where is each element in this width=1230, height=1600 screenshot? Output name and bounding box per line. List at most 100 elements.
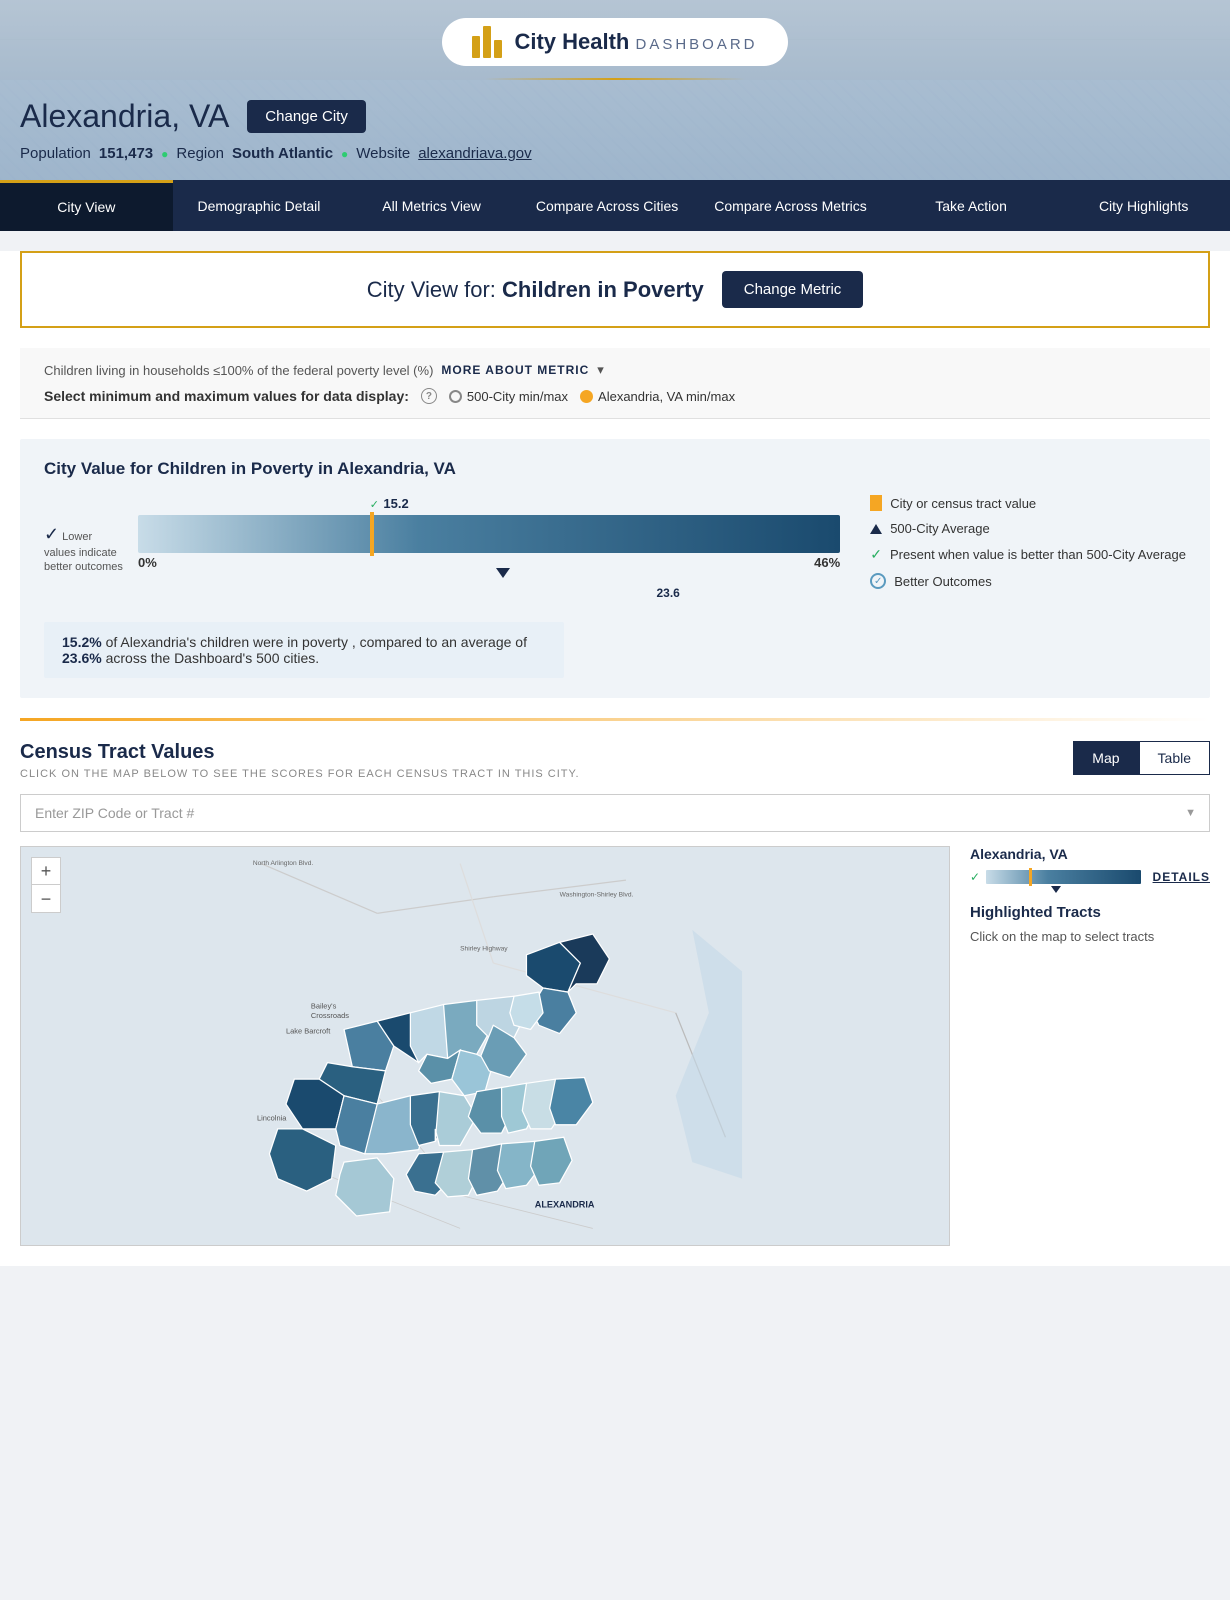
minmax-option1[interactable]: 500-City min/max <box>449 389 568 404</box>
more-about-metric[interactable]: MORE ABOUT METRIC <box>441 363 589 377</box>
census-title-wrap: Census Tract Values CLICK ON THE MAP BEL… <box>20 741 580 780</box>
change-metric-button[interactable]: Change Metric <box>722 271 864 308</box>
population-label: Population <box>20 145 91 162</box>
minmax-row: Select minimum and maximum values for da… <box>44 388 1186 404</box>
bar3 <box>494 40 502 58</box>
legend-circle-check-icon: ✓ <box>870 573 886 589</box>
city-mini-bar: Alexandria, VA ✓ DETAILS <box>970 846 1210 884</box>
bar-lower-label: ✓ Lower values indicate better outcomes <box>44 523 124 575</box>
city-value-label-wrap: ✓ 15.2 <box>370 495 840 513</box>
option2-label: Alexandria, VA min/max <box>598 389 735 404</box>
insight-box: 15.2% of Alexandria's children were in p… <box>44 622 564 678</box>
nav-compare-cities[interactable]: Compare Across Cities <box>518 180 696 231</box>
help-icon[interactable]: ? <box>421 388 437 404</box>
nav-all-metrics-view[interactable]: All Metrics View <box>345 180 518 231</box>
bar1 <box>472 36 480 58</box>
nav-compare-metrics[interactable]: Compare Across Metrics <box>696 180 884 231</box>
city-view-header: City View for: Children in Poverty Chang… <box>20 251 1210 328</box>
census-content: + − <box>20 846 1210 1246</box>
checkmark-green-icon: ✓ <box>370 499 379 511</box>
city-mini-title: Alexandria, VA <box>970 846 1210 862</box>
city-title-row: Alexandria, VA Change City <box>20 98 1210 135</box>
change-city-button[interactable]: Change City <box>247 100 366 133</box>
dot1: ● <box>161 147 168 161</box>
zoom-out-button[interactable]: − <box>31 885 61 913</box>
zoom-in-button[interactable]: + <box>31 857 61 885</box>
road-line <box>261 864 377 914</box>
dot2: ● <box>341 147 348 161</box>
minmax-label: Select minimum and maximum values for da… <box>44 388 409 404</box>
legend-better-outcomes: ✓ Better Outcomes <box>870 573 1186 589</box>
bar-end-labels: 0% 46% <box>138 555 840 570</box>
census-tract[interactable] <box>336 1158 394 1216</box>
mini-bar-wrap: ✓ DETAILS <box>970 870 1210 884</box>
avg-value-label-wrap: 23.6 <box>152 584 840 602</box>
main-nav: City View Demographic Detail All Metrics… <box>0 180 1230 231</box>
bar-chart: ✓ 15.2 <box>138 495 840 602</box>
highlighted-empty-text: Click on the map to select tracts <box>970 929 1210 944</box>
chart-area: ✓ Lower values indicate better outcomes … <box>44 495 1186 678</box>
map-label-shirleyhw: Shirley Highway <box>460 946 508 953</box>
website-link[interactable]: alexandriava.gov <box>418 145 531 162</box>
legend-square-icon <box>870 495 882 511</box>
chart-section: City Value for Children in Poverty in Al… <box>20 439 1210 698</box>
toggle-map-button[interactable]: Map <box>1073 741 1138 775</box>
option1-label: 500-City min/max <box>467 389 568 404</box>
details-link[interactable]: DETAILS <box>1153 870 1210 884</box>
chart-left: ✓ Lower values indicate better outcomes … <box>44 495 840 678</box>
logo-dashboard: DASHBOARD <box>636 36 758 53</box>
census-right-panel: Alexandria, VA ✓ DETAILS Highlighted Tra… <box>970 846 1210 1246</box>
bar2 <box>483 26 491 58</box>
census-tract[interactable] <box>269 1129 335 1191</box>
logo-decorative-line <box>485 78 745 80</box>
insight-val1: 15.2% <box>62 634 102 650</box>
avg-value-display: 23.6 <box>656 586 679 600</box>
mini-bar-track <box>986 870 1140 884</box>
region-label: Region <box>176 145 224 162</box>
map-label-lincolnia: Lincolnia <box>257 1114 287 1123</box>
main-content: City View for: Children in Poverty Chang… <box>0 251 1230 1266</box>
region-value: South Atlantic <box>232 145 333 162</box>
chart-legend: City or census tract value 500-City Aver… <box>870 495 1186 599</box>
map-zoom-controls: + − <box>31 857 61 913</box>
legend-better-outcome: ✓ Present when value is better than 500-… <box>870 546 1186 563</box>
logo-icon <box>472 26 502 58</box>
census-tract[interactable] <box>550 1078 593 1125</box>
legend-circle-label: Better Outcomes <box>894 574 992 589</box>
water-area <box>676 930 742 1179</box>
nav-city-view[interactable]: City View <box>0 180 173 231</box>
logo-container: City Health DASHBOARD <box>442 18 787 66</box>
census-subtitle: CLICK ON THE MAP BELOW TO SEE THE SCORES… <box>20 768 580 780</box>
city-view-title: City View for: Children in Poverty <box>367 277 704 303</box>
census-tract[interactable] <box>531 1137 572 1185</box>
metric-description: Children living in households ≤100% of t… <box>20 348 1210 419</box>
metric-name: Children in Poverty <box>502 277 704 302</box>
city-meta: Population 151,473 ● Region South Atlant… <box>20 145 1210 162</box>
avg-triangle-icon <box>496 568 510 578</box>
legend-triangle-icon <box>870 524 882 534</box>
map-svg: Lake Barcroft Bailey's Crossroads Lincol… <box>21 847 949 1245</box>
map-label-washington: Washington-Shirley Blvd. <box>560 892 634 899</box>
nav-demographic-detail[interactable]: Demographic Detail <box>173 180 346 231</box>
chart-title: City Value for Children in Poverty in Al… <box>44 459 1186 479</box>
map-label-alexandria: ALEXANDRIA <box>535 1200 595 1210</box>
nav-take-action[interactable]: Take Action <box>885 180 1058 231</box>
map-container[interactable]: + − <box>20 846 950 1246</box>
map-label-baileys: Bailey's <box>311 1002 337 1011</box>
radio-500city <box>449 390 462 403</box>
bar-min-label: 0% <box>138 555 157 570</box>
city-view-prefix: City View for: <box>367 277 496 302</box>
mini-bar-avg-marker <box>1051 886 1061 893</box>
toggle-table-button[interactable]: Table <box>1139 741 1210 775</box>
insight-text5: across the Dashboard's 500 cities. <box>106 650 320 666</box>
minmax-option2[interactable]: Alexandria, VA min/max <box>580 389 735 404</box>
logo-text: City Health DASHBOARD <box>514 29 757 55</box>
map-table-toggle: Map Table <box>1073 741 1210 775</box>
legend-city-value: City or census tract value <box>870 495 1186 511</box>
nav-city-highlights[interactable]: City Highlights <box>1057 180 1230 231</box>
logo-city-health: City Health <box>514 29 629 54</box>
tract-search-select[interactable]: Enter ZIP Code or Tract # <box>20 794 1210 832</box>
insight-text3: , compared to an average of <box>352 634 527 650</box>
census-header: Census Tract Values CLICK ON THE MAP BEL… <box>20 741 1210 780</box>
insight-text2: of Alexandria's children were in poverty <box>106 634 348 650</box>
